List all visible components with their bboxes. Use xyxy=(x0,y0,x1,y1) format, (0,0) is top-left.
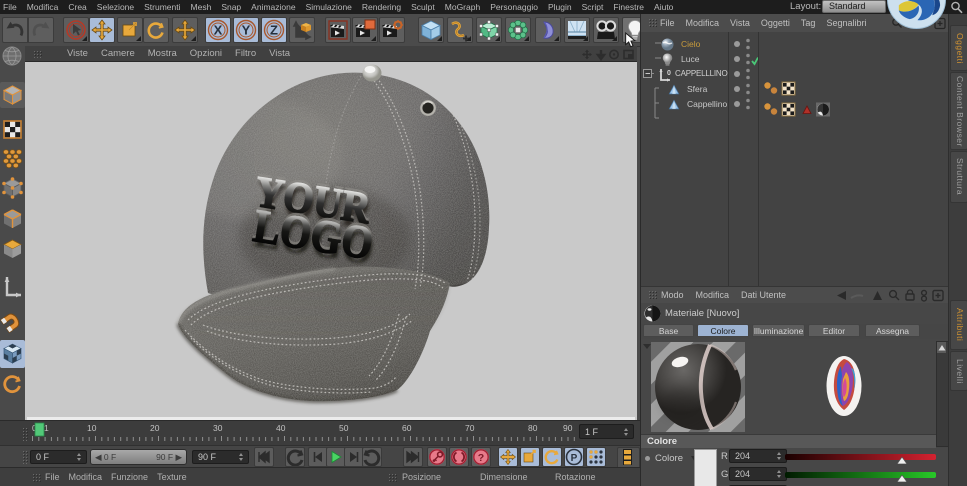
svg-text:40: 40 xyxy=(276,423,286,433)
svg-text:?: ? xyxy=(478,452,484,464)
svg-text:80: 80 xyxy=(528,423,538,433)
svg-text:60: 60 xyxy=(402,423,412,433)
svg-text:X: X xyxy=(214,23,223,38)
svg-text:Y: Y xyxy=(242,23,251,38)
svg-text:P: P xyxy=(571,453,578,464)
svg-text:20: 20 xyxy=(150,423,160,433)
svg-text:0: 0 xyxy=(667,70,671,77)
svg-text:30: 30 xyxy=(213,423,223,433)
svg-text:90: 90 xyxy=(563,423,573,433)
svg-text:10: 10 xyxy=(87,423,97,433)
svg-text:Z: Z xyxy=(270,23,278,38)
svg-text:70: 70 xyxy=(465,423,475,433)
svg-text:1: 1 xyxy=(44,423,49,433)
svg-text:50: 50 xyxy=(339,423,349,433)
